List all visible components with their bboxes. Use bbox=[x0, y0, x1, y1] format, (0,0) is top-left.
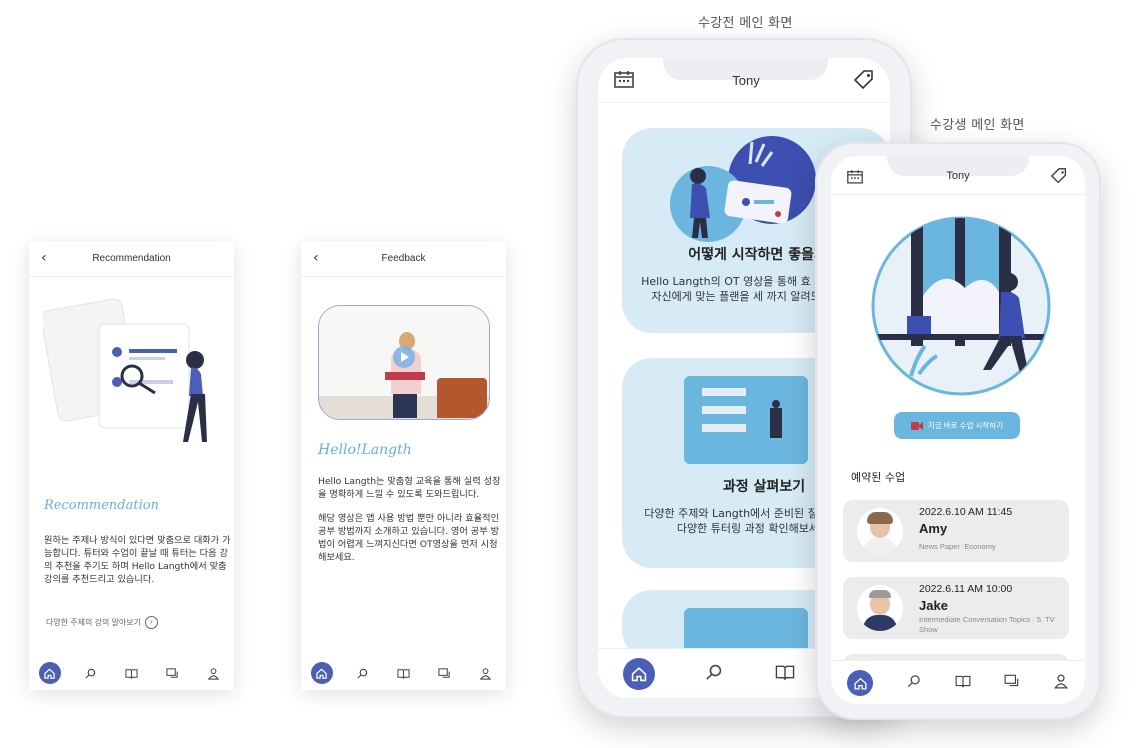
figure-head bbox=[772, 400, 780, 408]
student-phone: Tony 지금 바로 수업 시작하기 예약된 수업 2022.6.10 AM 1… bbox=[815, 142, 1101, 720]
study-illustration bbox=[871, 216, 1051, 396]
feedback-header: ‹ Feedback bbox=[301, 242, 506, 277]
video-camera-icon bbox=[910, 417, 923, 435]
lesson-topic: News Paper ·Economy bbox=[919, 542, 996, 551]
lesson-datetime: 2022.6.11 AM 10:00 bbox=[919, 583, 1013, 595]
feedback-body-2: 해당 영상은 앱 사용 방법 뿐만 아니라 효율적인 공부 방법까지 소개하고 … bbox=[318, 513, 500, 563]
home-icon[interactable] bbox=[310, 662, 333, 684]
figure-body bbox=[770, 408, 782, 438]
user-icon[interactable] bbox=[203, 662, 225, 684]
chat-icon[interactable] bbox=[434, 662, 456, 684]
avatar-hair bbox=[869, 590, 891, 598]
book-icon[interactable] bbox=[774, 662, 796, 687]
calendar-icon[interactable] bbox=[847, 169, 863, 189]
bottom-nav bbox=[29, 658, 234, 688]
user-icon[interactable] bbox=[1053, 673, 1069, 694]
reserved-lessons-title: 예약된 수업 bbox=[851, 471, 906, 484]
course-bar-2 bbox=[702, 406, 746, 414]
search-icon[interactable] bbox=[704, 662, 724, 687]
avatar bbox=[857, 508, 903, 554]
start-illustration bbox=[670, 136, 816, 242]
avatar bbox=[857, 585, 903, 631]
tag-icon[interactable] bbox=[853, 70, 874, 95]
explore-link-label: 다양한 주제의 강의 알아보기 bbox=[46, 618, 141, 627]
play-icon[interactable] bbox=[393, 346, 415, 368]
page-title: Feedback bbox=[381, 253, 426, 264]
lesson-tutor-name: Amy bbox=[919, 521, 948, 536]
page-title: Recommendation bbox=[92, 253, 171, 264]
bottom-nav bbox=[831, 660, 1085, 704]
chat-icon[interactable] bbox=[162, 662, 184, 684]
recommendation-heading: Recommendation bbox=[44, 498, 159, 513]
calendar-icon[interactable] bbox=[614, 70, 634, 93]
student-caption: 수강생 메인 화면 bbox=[930, 118, 1025, 133]
arrow-circle-icon: › bbox=[145, 616, 158, 629]
user-icon[interactable] bbox=[475, 662, 497, 684]
feedback-body-1: Hello Langth는 맞춤형 교육을 통해 실력 성장을 명확하게 느낄 … bbox=[318, 476, 501, 500]
lesson-datetime: 2022.6.10 AM 11:45 bbox=[919, 506, 1013, 518]
start-lesson-label: 지금 바로 수업 시작하기 bbox=[927, 421, 1004, 430]
book-icon[interactable] bbox=[393, 662, 415, 684]
presenter-book bbox=[385, 372, 425, 380]
bottom-nav bbox=[301, 658, 506, 688]
user-name: Tony bbox=[732, 73, 760, 88]
ot-video-thumbnail[interactable] bbox=[318, 305, 490, 420]
pre-student-caption: 수강전 메인 화면 bbox=[698, 16, 793, 31]
student-screen: Tony 지금 바로 수업 시작하기 예약된 수업 2022.6.10 AM 1… bbox=[831, 156, 1085, 704]
book-icon[interactable] bbox=[121, 662, 143, 684]
tag-icon[interactable] bbox=[1050, 168, 1067, 189]
podium bbox=[437, 378, 487, 418]
recommendation-body: 원하는 주제나 방식이 있다면 맞춤으로 대화가 가능합니다. 튜터와 수업이 … bbox=[44, 535, 231, 585]
recommendation-header: ‹ Recommendation bbox=[29, 242, 234, 277]
course-bar-1 bbox=[702, 388, 746, 396]
explore-lectures-link[interactable]: 다양한 주제의 강의 알아보기 › bbox=[46, 616, 158, 629]
avatar-hair bbox=[867, 512, 893, 524]
recommendation-illustration bbox=[43, 298, 207, 442]
feedback-heading: Hello!Langth bbox=[318, 442, 412, 458]
feedback-screen: ‹ Feedback Hello!Langth Hello Langth는 맞춤… bbox=[301, 242, 506, 690]
lesson-tutor-name: Jake bbox=[919, 598, 948, 613]
search-icon[interactable] bbox=[80, 662, 102, 684]
home-icon[interactable] bbox=[622, 658, 655, 690]
start-lesson-button[interactable]: 지금 바로 수업 시작하기 bbox=[894, 412, 1020, 439]
course-illustration bbox=[684, 376, 808, 464]
book-icon[interactable] bbox=[954, 673, 972, 694]
recommendation-screen: ‹ Recommendation Recommendation 원하는 주제나 … bbox=[29, 242, 234, 690]
home-icon[interactable] bbox=[847, 670, 874, 696]
course-bar-3 bbox=[702, 424, 746, 432]
header-divider bbox=[598, 102, 890, 103]
search-icon[interactable] bbox=[352, 662, 374, 684]
header-divider bbox=[831, 194, 1085, 195]
avatar-body bbox=[863, 538, 897, 554]
presenter-legs bbox=[393, 394, 417, 418]
home-icon[interactable] bbox=[38, 662, 61, 684]
lesson-card[interactable]: 2022.6.11 AM 10:00 Jake Intermediate Con… bbox=[843, 577, 1069, 639]
lesson-topic: Intermediate Conversation Topics · 5. TV… bbox=[919, 615, 1055, 634]
chat-icon[interactable] bbox=[1004, 673, 1020, 694]
lesson-card[interactable]: 2022.6.10 AM 11:45 Amy News Paper ·Econo… bbox=[843, 500, 1069, 562]
search-icon[interactable] bbox=[906, 673, 922, 694]
user-name: Tony bbox=[946, 170, 970, 182]
avatar-suit bbox=[863, 615, 897, 631]
